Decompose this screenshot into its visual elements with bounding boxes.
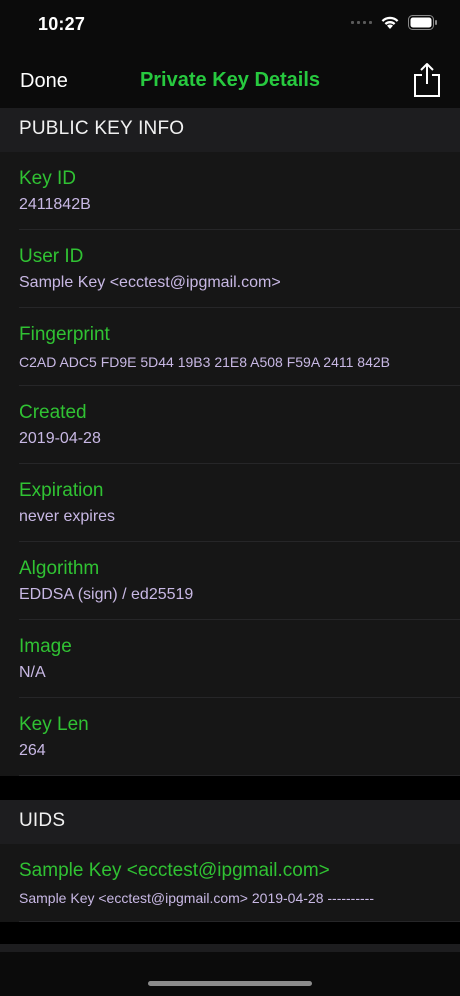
row-value: N/A	[19, 664, 46, 681]
row-user-id[interactable]: User ID Sample Key <ecctest@ipgmail.com>	[0, 230, 460, 308]
section-header-public-key-info: PUBLIC KEY INFO	[0, 108, 460, 152]
public-key-info-list: Key ID 2411842B User ID Sample Key <ecct…	[0, 152, 460, 776]
section-header-uids: UIDS	[0, 800, 460, 844]
row-label: Key Len	[19, 714, 89, 735]
row-label: User ID	[19, 246, 84, 267]
page-title: Private Key Details	[139, 69, 321, 91]
row-value: Sample Key <ecctest@ipgmail.com>	[19, 274, 281, 291]
row-expiration[interactable]: Expiration never expires	[0, 464, 460, 542]
status-time: 10:27	[38, 14, 86, 34]
row-key-len[interactable]: Key Len 264	[0, 698, 460, 776]
home-indicator[interactable]	[148, 981, 312, 986]
row-label: Algorithm	[19, 558, 100, 579]
status-icons	[351, 15, 438, 30]
row-value: EDDSA (sign) / ed25519	[19, 586, 194, 603]
row-value: C2AD ADC5 FD9E 5D44 19B3 21E8 A508 F59A …	[19, 354, 390, 370]
row-label: Sample Key <ecctest@ipgmail.com>	[19, 860, 330, 881]
row-key-id[interactable]: Key ID 2411842B	[0, 152, 460, 230]
row-value: Sample Key <ecctest@ipgmail.com> 2019-04…	[19, 890, 374, 906]
row-label: Image	[19, 636, 72, 657]
uids-list: Sample Key <ecctest@ipgmail.com> Sample …	[0, 844, 460, 922]
row-uid[interactable]: Sample Key <ecctest@ipgmail.com> Sample …	[0, 844, 460, 922]
row-created[interactable]: Created 2019-04-28	[0, 386, 460, 464]
section-header-next	[0, 944, 460, 952]
section-title: UIDS	[19, 810, 66, 831]
row-value: never expires	[19, 508, 116, 525]
bottom-safe-area	[0, 952, 460, 996]
navigation-bar: Done Private Key Details	[0, 50, 460, 108]
row-label: Expiration	[19, 480, 104, 501]
row-value: 264	[19, 742, 46, 759]
row-label: Fingerprint	[19, 324, 110, 345]
row-image[interactable]: Image N/A	[0, 620, 460, 698]
status-bar: 10:27	[0, 0, 460, 50]
row-value: 2019-04-28	[19, 430, 101, 447]
row-label: Key ID	[19, 168, 77, 189]
row-value: 2411842B	[19, 196, 91, 213]
row-label: Created	[19, 402, 87, 423]
section-title: PUBLIC KEY INFO	[19, 118, 185, 139]
wifi-icon	[381, 16, 399, 29]
signal-dots-icon	[351, 21, 372, 24]
share-icon[interactable]	[412, 62, 442, 98]
row-algorithm[interactable]: Algorithm EDDSA (sign) / ed25519	[0, 542, 460, 620]
battery-icon	[408, 15, 437, 30]
row-fingerprint[interactable]: Fingerprint C2AD ADC5 FD9E 5D44 19B3 21E…	[0, 308, 460, 386]
